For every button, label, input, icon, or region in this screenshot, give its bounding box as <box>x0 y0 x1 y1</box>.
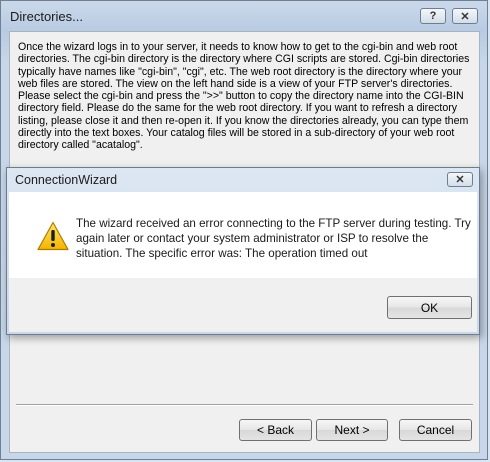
cancel-button[interactable]: Cancel <box>399 419 472 441</box>
back-button[interactable]: < Back <box>239 419 312 441</box>
connection-wizard-dialog: ConnectionWizard ✕ The wizard received a… <box>6 167 480 335</box>
title-bar: Directories... ? ✕ <box>1 1 487 31</box>
dialog-body: The wizard received an error connecting … <box>9 192 477 278</box>
help-button[interactable]: ? <box>420 8 446 24</box>
next-button[interactable]: Next > <box>316 419 388 441</box>
dialog-close-button[interactable]: ✕ <box>447 172 473 187</box>
close-button[interactable]: ✕ <box>452 8 478 24</box>
dialog-footer: OK <box>9 278 477 332</box>
window-title: Directories... <box>10 9 83 24</box>
instructions-text: Once the wizard logs in to your server, … <box>18 41 470 152</box>
footer-separator <box>16 404 473 406</box>
ok-button[interactable]: OK <box>387 296 472 319</box>
dialog-title: ConnectionWizard <box>15 173 118 187</box>
warning-icon <box>37 221 69 251</box>
error-message: The wizard received an error connecting … <box>76 217 471 261</box>
